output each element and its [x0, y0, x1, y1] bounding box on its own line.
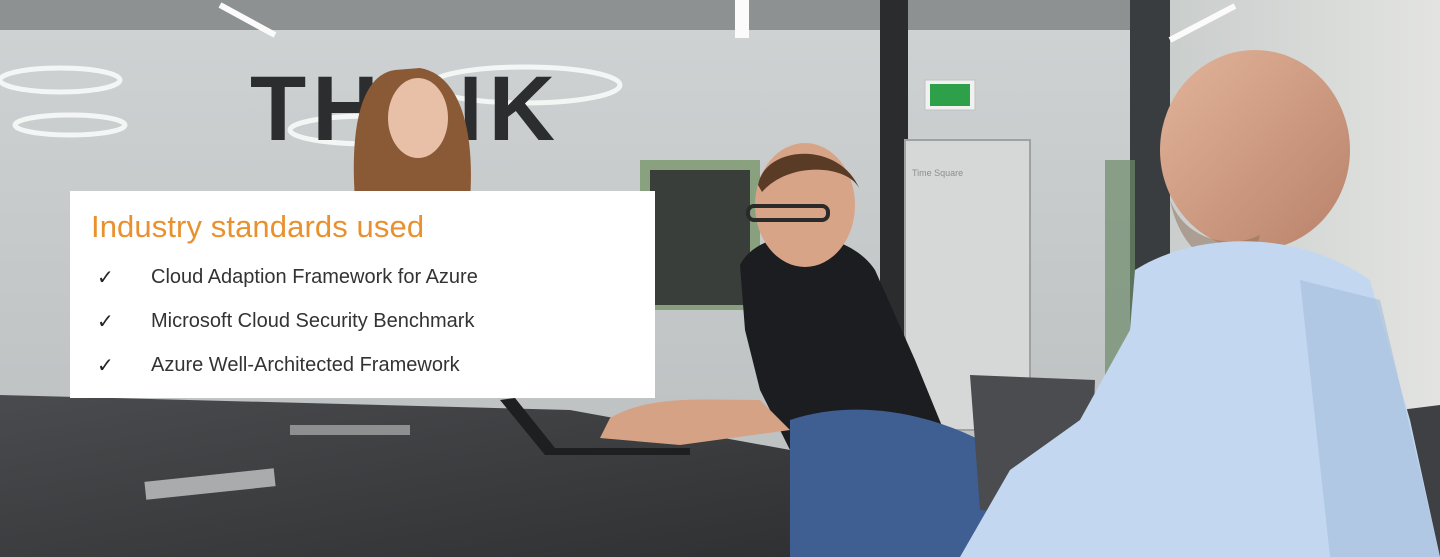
list-item: ✓ Azure Well-Architected Framework — [97, 343, 655, 387]
standard-label: Microsoft Cloud Security Benchmark — [151, 310, 475, 332]
standards-list: ✓ Cloud Adaption Framework for Azure ✓ M… — [91, 255, 655, 387]
check-icon: ✓ — [97, 309, 114, 333]
woman-face — [388, 78, 448, 158]
ceiling-light — [735, 0, 749, 38]
table-port-2 — [290, 425, 410, 435]
check-icon: ✓ — [97, 265, 114, 289]
room-sign: Time Square — [912, 168, 963, 178]
right-man-head — [1160, 50, 1350, 250]
wall-letter-block — [650, 170, 750, 305]
list-item: ✓ Cloud Adaption Framework for Azure — [97, 255, 655, 299]
hero-banner: THINK Time Square Industry — [0, 0, 1440, 557]
check-icon: ✓ — [97, 353, 114, 377]
standard-label: Cloud Adaption Framework for Azure — [151, 266, 478, 288]
list-item: ✓ Microsoft Cloud Security Benchmark — [97, 299, 655, 343]
card-title: Industry standards used — [91, 209, 425, 244]
standard-label: Azure Well-Architected Framework — [151, 354, 460, 376]
exit-sign-green — [930, 84, 970, 106]
standards-card: Industry standards used ✓ Cloud Adaption… — [70, 191, 655, 398]
